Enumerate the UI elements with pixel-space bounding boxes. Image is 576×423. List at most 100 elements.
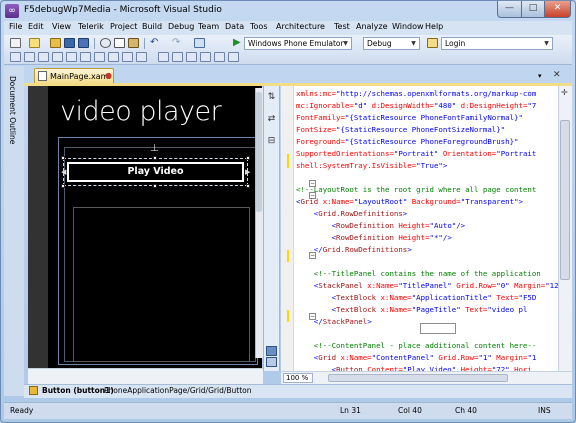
design-toolbar-icon[interactable] (10, 52, 21, 62)
menu-project[interactable]: Project (110, 22, 137, 31)
indent-icon[interactable] (38, 52, 49, 62)
paste-icon[interactable] (128, 38, 139, 48)
find-combo[interactable]: Login ▼ (441, 37, 553, 50)
navigate-icon[interactable] (194, 38, 205, 48)
design-horizontal-scrollbar[interactable] (28, 368, 263, 384)
code-line[interactable] (296, 256, 558, 268)
code-line[interactable]: Foreground="{StaticResource PhoneForegro… (296, 136, 558, 148)
menu-help[interactable]: Help (425, 22, 443, 31)
anchor-left-icon[interactable]: ◀ (61, 168, 66, 176)
media-element-preview[interactable] (73, 207, 250, 362)
format-icon[interactable] (24, 52, 35, 62)
code-line[interactable]: <!--ContentPanel - place additional cont… (296, 340, 558, 352)
code-line[interactable]: mc:Ignorable="d" d:DesignWidth="480" d:D… (296, 100, 558, 112)
comment-icon[interactable] (66, 52, 77, 62)
resize-handle[interactable] (153, 184, 157, 188)
code-line[interactable]: </Grid.RowDefinitions> (296, 244, 558, 256)
code-line[interactable]: shell:SystemTray.IsVisible="True"> (296, 160, 558, 172)
configuration-combo[interactable]: Debug ▼ (363, 37, 420, 50)
breadcrumb-path[interactable]: PhoneApplicationPage/Grid/Grid/Button (104, 386, 251, 395)
uncomment-icon[interactable] (80, 52, 91, 62)
target-device-combo[interactable]: Windows Phone Emulator ▼ (244, 37, 352, 50)
menu-team[interactable]: Team (198, 22, 219, 31)
menu-tools[interactable]: Toos (250, 22, 267, 31)
design-scroll-thumb[interactable] (256, 92, 262, 212)
menu-build[interactable]: Build (142, 22, 162, 31)
collapse-pane-icon[interactable]: ⊟ (266, 136, 277, 147)
code-line[interactable]: <StackPanel x:Name="TitlePanel" Grid.Row… (296, 280, 558, 292)
menu-window[interactable]: Window (392, 22, 424, 31)
code-line[interactable]: <RowDefinition Height="*"/> (296, 232, 558, 244)
outdent-icon[interactable] (52, 52, 63, 62)
maximize-button[interactable]: □ (521, 1, 545, 18)
resize-handle[interactable] (153, 156, 157, 160)
code-line[interactable]: <Grid.RowDefinitions> (296, 208, 558, 220)
code-line[interactable]: <TextBlock x:Name="ApplicationTitle" Tex… (296, 292, 558, 304)
open-icon[interactable] (50, 38, 61, 48)
next-bookmark-icon[interactable] (108, 52, 119, 62)
horizontal-split-button[interactable] (266, 346, 277, 356)
editor-hscroll-thumb[interactable] (328, 374, 508, 382)
size-icon[interactable] (186, 52, 197, 62)
menu-architecture[interactable]: Architecture (276, 22, 325, 31)
layout-icon[interactable] (158, 52, 169, 62)
code-line[interactable]: FontSize="{StaticResource PhoneFontSizeN… (296, 124, 558, 136)
page-title-preview[interactable]: video player (60, 96, 222, 127)
code-line[interactable]: <TextBlock x:Name="PageTitle" Text="vide… (296, 304, 558, 316)
undo-icon[interactable]: ↶ (150, 37, 158, 48)
previous-bookmark-icon[interactable] (122, 52, 133, 62)
minimize-button[interactable]: — (497, 1, 522, 18)
document-menu-icon[interactable]: ▾ (538, 72, 542, 80)
anchor-top-icon[interactable]: ⊥ (150, 143, 159, 154)
title-bar[interactable]: ∞ F5debugWp7Media - Microsoft Visual Stu… (0, 0, 576, 22)
code-line[interactable]: <!--TitlePanel contains the name of the … (296, 268, 558, 280)
find-in-files-icon[interactable] (427, 38, 438, 48)
copy-icon[interactable] (114, 38, 125, 48)
swap-panes-icon[interactable]: ⇅ (266, 92, 277, 103)
anchor-right-icon[interactable]: ▶ (245, 168, 250, 176)
menu-edit[interactable]: Edit (28, 22, 44, 31)
code-line[interactable]: <!--LayoutRoot is the root grid where al… (296, 184, 558, 196)
view-splitter[interactable] (263, 86, 280, 371)
menu-analyze[interactable]: Analyze (356, 22, 388, 31)
menu-data[interactable]: Data (225, 22, 244, 31)
add-item-icon[interactable] (29, 38, 40, 48)
split-vertical-icon[interactable]: ⇄ (266, 114, 277, 125)
vertical-split-button[interactable] (266, 357, 277, 367)
code-line[interactable]: FontFamily="{StaticResource PhoneFontFam… (296, 112, 558, 124)
code-line[interactable]: <Grid x:Name="LayoutRoot" Background="Tr… (296, 196, 558, 208)
cut-icon[interactable] (100, 38, 111, 48)
code-line[interactable]: <Grid x:Name="ContentPanel" Grid.Row="1"… (296, 352, 558, 364)
breadcrumb-selected-element[interactable]: Button (button1) (42, 386, 114, 395)
start-debug-icon[interactable]: ▶ (233, 37, 241, 48)
close-window-button[interactable]: ✕ (544, 1, 571, 18)
code-line[interactable]: xmlns:mc="http://schemas.openxmlformats.… (296, 88, 558, 100)
play-video-button-preview[interactable]: Play Video (67, 162, 244, 182)
code-line[interactable] (296, 172, 558, 184)
scroll-up-icon[interactable]: ✛ (561, 88, 568, 97)
close-document-button[interactable]: ✕ (553, 70, 561, 80)
tab-modified-marker[interactable]: ● (105, 71, 112, 80)
new-project-icon[interactable] (10, 38, 21, 48)
resize-handle[interactable] (246, 184, 250, 188)
save-all-icon[interactable] (78, 38, 89, 48)
align-icon[interactable] (172, 52, 183, 62)
save-icon[interactable] (64, 38, 75, 48)
menu-debug[interactable]: Debug (168, 22, 194, 31)
zoom-combo[interactable]: 100 % (283, 373, 313, 383)
code-line[interactable]: <RowDefinition Height="Auto"/> (296, 220, 558, 232)
menu-test[interactable]: Test (334, 22, 350, 31)
clear-bookmarks-icon[interactable] (136, 52, 147, 62)
center-icon[interactable] (214, 52, 225, 62)
bookmark-icon[interactable] (94, 52, 105, 62)
resize-handle[interactable] (246, 156, 250, 160)
spacing-icon[interactable] (200, 52, 211, 62)
resize-handle[interactable] (61, 184, 65, 188)
resize-handle[interactable] (61, 156, 65, 160)
code-line[interactable]: SupportedOrientations="Portrait" Orienta… (296, 148, 558, 160)
menu-view[interactable]: View (52, 22, 71, 31)
menu-file[interactable]: File (9, 22, 22, 31)
menu-telerik[interactable]: Telerik (78, 22, 104, 31)
editor-scroll-thumb[interactable] (560, 120, 570, 280)
redo-icon[interactable]: ↷ (172, 37, 180, 48)
